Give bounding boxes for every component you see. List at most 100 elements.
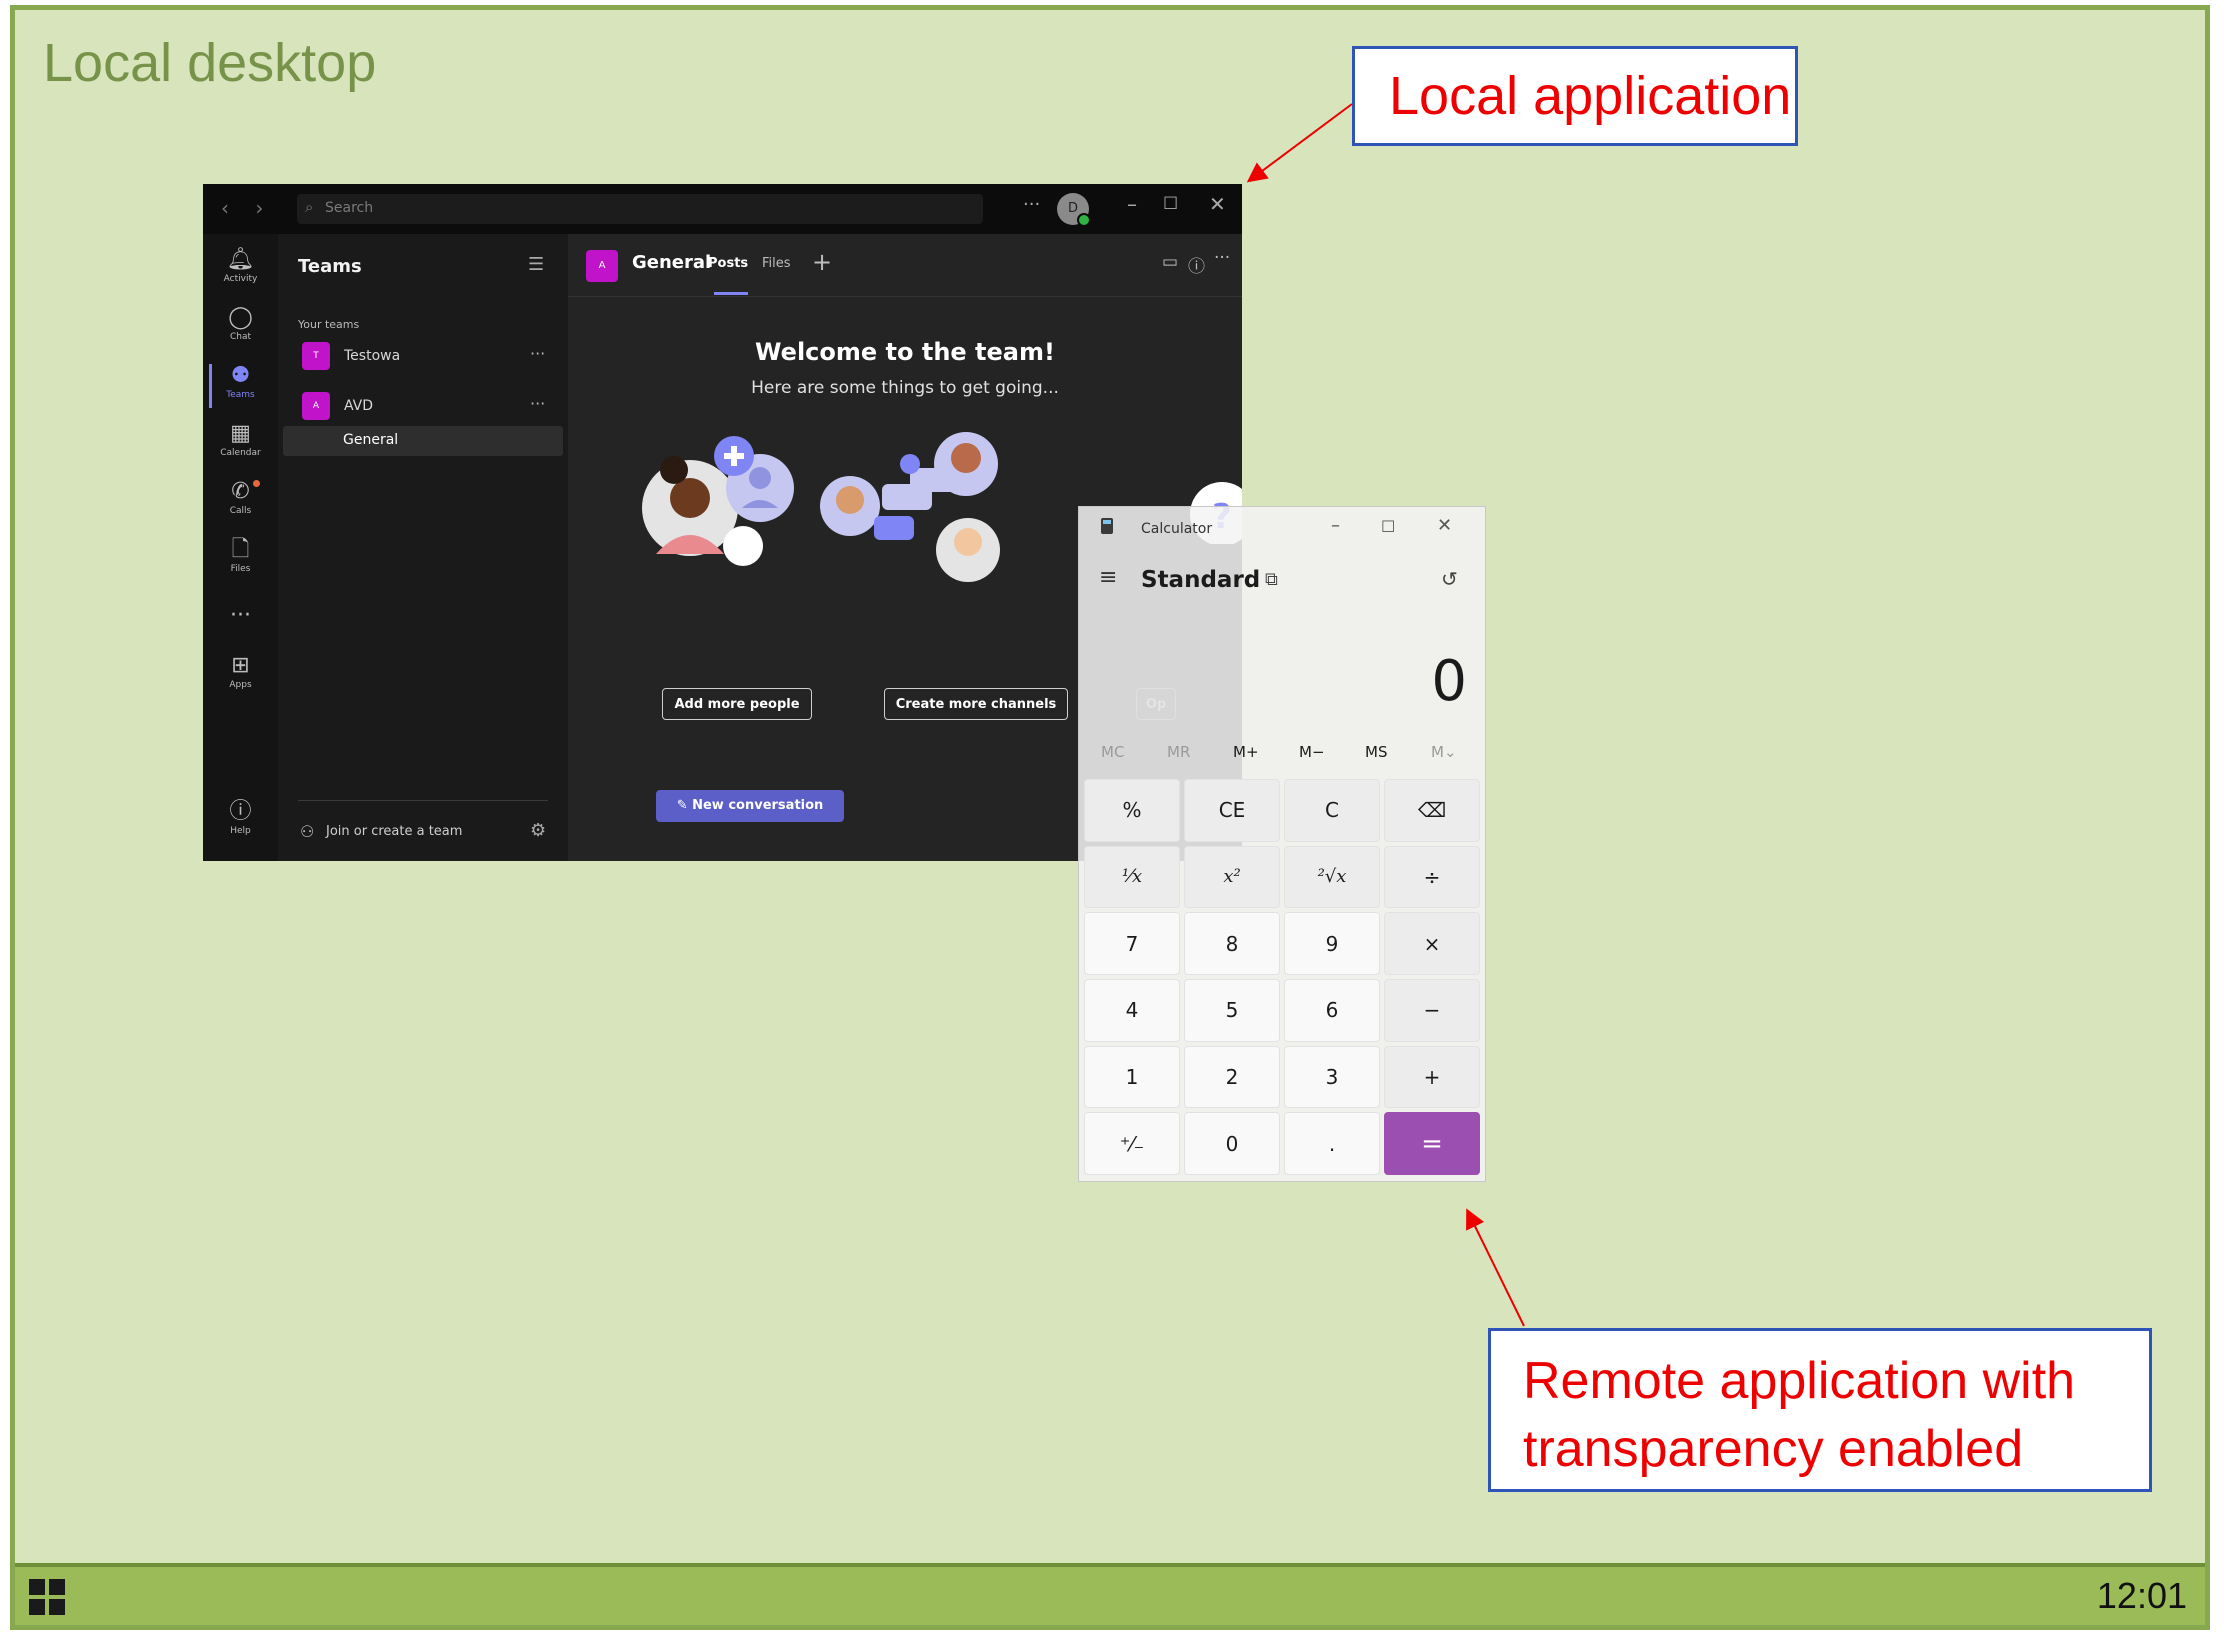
info-icon[interactable]: ⓘ [1188,252,1205,277]
rail-help[interactable]: ⓘ Help [203,800,278,837]
minimize-icon[interactable]: – [1331,515,1340,536]
digit-2-key[interactable]: 2 [1184,1045,1280,1109]
settings-more-button[interactable]: ··· [1023,194,1040,215]
calculator-keypad: % CE C ⌫ ¹⁄x x² ²√x ÷ 7 8 9 × 4 5 6 − 1 … [1084,779,1480,1175]
rail-more[interactable]: ··· [203,604,278,628]
clear-key[interactable]: C [1284,779,1380,842]
rail-calendar[interactable]: ▦ Calendar [203,421,278,459]
equals-key[interactable]: = [1384,1112,1480,1175]
bell-icon: 🔔︎ [226,247,255,272]
digit-3-key[interactable]: 3 [1284,1045,1380,1109]
team-item-avd[interactable]: A AVD ··· [278,390,568,424]
team-more-button[interactable]: ··· [530,394,545,413]
windows-start-icon[interactable] [29,1579,65,1615]
calculator-window: Calculator – ☐ ✕ ≡ Standard ⧉ ↺ 0 MC MR … [1078,506,1486,1182]
subtract-key[interactable]: − [1384,979,1480,1042]
user-avatar[interactable]: D [1057,193,1091,227]
reciprocal-key[interactable]: ¹⁄x [1084,845,1180,909]
close-icon[interactable]: ✕ [1209,192,1226,216]
rail-activity[interactable]: 🔔︎ Activity [203,247,278,285]
hamburger-menu-icon[interactable]: ≡ [1099,565,1117,590]
rail-apps[interactable]: ⊞ Apps [203,654,278,691]
digit-5-key[interactable]: 5 [1184,979,1280,1042]
tab-files[interactable]: Files [762,256,791,271]
multiply-key[interactable]: × [1384,912,1480,975]
chat-icon: ◯ [228,305,253,330]
square-key[interactable]: x² [1184,845,1280,909]
welcome-subtitle: Here are some things to get going... [751,378,1059,398]
minimize-icon[interactable]: – [1127,192,1137,216]
channel-title: General [632,252,712,273]
calculator-title: Calculator [1141,521,1213,537]
gear-icon[interactable]: ⚙ [530,820,546,841]
filter-icon[interactable]: ☰ [528,254,544,275]
calculator-titlebar: Calculator – ☐ ✕ [1079,507,1485,545]
desktop-label: Local desktop [43,33,377,93]
taskbar: 12:01 [15,1563,2205,1625]
keep-on-top-icon[interactable]: ⧉ [1265,569,1278,590]
history-icon[interactable]: ↺ [1441,567,1458,591]
channel-more-button[interactable]: ··· [1214,248,1230,268]
create-more-channels-button[interactable]: Create more channels [884,688,1068,720]
clear-entry-key[interactable]: CE [1184,779,1280,842]
rail-calls[interactable]: ✆ Calls [203,480,278,516]
team-item-testowa[interactable]: T Testowa ··· [278,340,568,374]
rail-label: Activity [223,274,258,284]
percent-key[interactable]: % [1084,779,1180,842]
taskbar-clock[interactable]: 12:01 [2097,1575,2187,1617]
team-more-button[interactable]: ··· [530,344,545,363]
team-name: AVD [344,398,374,414]
channel-avatar: A [586,250,618,282]
divide-key[interactable]: ÷ [1384,845,1480,909]
nav-arrows-icon[interactable]: ‹ › [221,196,273,220]
memory-subtract-button[interactable]: M− [1299,743,1325,761]
tab-posts[interactable]: Posts [708,256,748,271]
sidebar-title: Teams [298,256,362,277]
sidebar-divider [298,800,548,801]
digit-9-key[interactable]: 9 [1284,912,1380,975]
welcome-title: Welcome to the team! [755,338,1055,366]
digit-8-key[interactable]: 8 [1184,912,1280,975]
add-tab-icon[interactable]: + [812,248,832,276]
memory-store-button[interactable]: MS [1365,743,1387,761]
rail-files[interactable]: 🗋︎ Files [203,538,278,575]
memory-recall-button[interactable]: MR [1167,743,1190,761]
square-root-key[interactable]: ²√x [1284,845,1380,909]
join-create-team-link[interactable]: Join or create a team [326,824,462,839]
team-avatar: A [302,392,330,420]
digit-0-key[interactable]: 0 [1184,1112,1280,1175]
rail-chat[interactable]: ◯ Chat [203,305,278,343]
maximize-icon[interactable]: ☐ [1163,194,1178,214]
decimal-key[interactable]: . [1284,1112,1380,1175]
compose-icon: ✎ [676,798,693,813]
backspace-key[interactable]: ⌫ [1384,779,1480,842]
remote-callout-line1: Remote application with [1523,1352,2076,1410]
memory-clear-button[interactable]: MC [1101,743,1124,761]
add-key[interactable]: + [1384,1045,1480,1109]
digit-4-key[interactable]: 4 [1084,979,1180,1042]
add-more-people-button[interactable]: Add more people [662,688,812,720]
calculator-mode: Standard [1141,567,1261,593]
search-placeholder: Search [325,200,374,216]
local-application-callout: Local application [1352,46,1798,146]
phone-icon: ✆ [231,479,250,504]
new-conversation-button[interactable]: ✎ New conversation [656,790,844,822]
video-icon[interactable]: ▭ [1162,252,1178,272]
digit-1-key[interactable]: 1 [1084,1045,1180,1109]
search-input[interactable]: ⌕ Search [297,194,983,224]
maximize-icon[interactable]: ☐ [1381,517,1395,536]
calendar-icon: ▦ [230,421,251,446]
presence-dot [1077,213,1091,227]
memory-add-button[interactable]: M+ [1233,743,1259,761]
digit-7-key[interactable]: 7 [1084,912,1180,975]
local-application-label: Local application [1389,66,1792,126]
rail-teams[interactable]: ⚉ Teams [203,364,278,408]
channel-item-general[interactable]: General [283,426,563,456]
memory-row: MC MR M+ M− MS M⌄ [1079,743,1485,767]
memory-list-button[interactable]: M⌄ [1431,743,1457,761]
negate-key[interactable]: ⁺⁄₋ [1084,1112,1180,1175]
team-avatar: T [302,342,330,370]
digit-6-key[interactable]: 6 [1284,979,1380,1042]
close-icon[interactable]: ✕ [1437,515,1452,536]
rail-label: Chat [229,332,252,342]
